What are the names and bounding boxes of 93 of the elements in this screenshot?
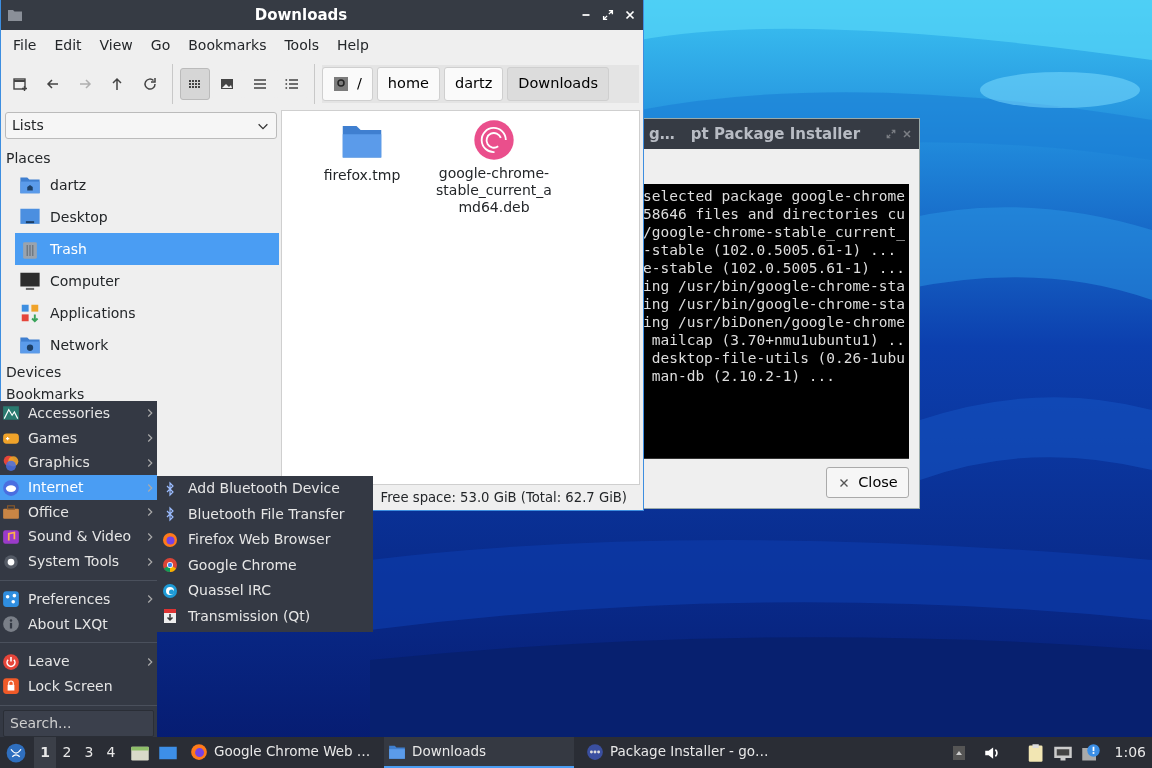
- new-tab-icon[interactable]: [12, 76, 29, 92]
- quassel-icon: [162, 582, 178, 599]
- terminal-line: desktop-file-utils (0.26-1ubu: [650, 349, 906, 367]
- menu-item[interactable]: View: [90, 32, 142, 58]
- menu-item[interactable]: Sound & Video: [0, 524, 157, 550]
- chrome-icon: [162, 557, 178, 574]
- menu-item[interactable]: About LXQt: [0, 611, 157, 637]
- transmission-icon: [162, 608, 178, 625]
- briefcase-icon: [2, 503, 20, 522]
- search-field[interactable]: Search...: [3, 709, 154, 737]
- network-folder-icon: [19, 334, 41, 356]
- computer-icon: [19, 270, 41, 292]
- menu-item[interactable]: Transmission (Qt): [157, 603, 373, 629]
- home-folder-icon: [19, 174, 41, 196]
- section-heading: Bookmarks: [5, 385, 86, 404]
- desktop-switch[interactable]: 3: [78, 737, 100, 768]
- terminal-line: mailcap (3.70+nmu1ubuntu1) ..: [650, 331, 906, 349]
- package-icon: [586, 742, 604, 761]
- gear-icon: [2, 552, 20, 571]
- accessories-icon: [2, 404, 20, 423]
- menu-item[interactable]: Lock Screen: [0, 674, 157, 699]
- menu-item[interactable]: Leave: [0, 649, 157, 675]
- path-button[interactable]: Downloads: [507, 67, 609, 101]
- image-icon: [219, 76, 236, 92]
- sidebar-item[interactable]: dartz: [15, 169, 279, 201]
- applications-icon: [19, 302, 41, 324]
- lock-icon: [2, 677, 20, 696]
- icon-view-button[interactable]: [179, 68, 210, 100]
- taskbar-button[interactable]: Downloads: [384, 737, 574, 768]
- menu-item[interactable]: Firefox Web Browser: [157, 527, 373, 553]
- section-heading: Places: [5, 149, 52, 168]
- path-button[interactable]: home: [376, 67, 440, 101]
- start-menu-icon[interactable]: [6, 742, 26, 763]
- menu-item[interactable]: Bluetooth File Transfer: [157, 501, 373, 527]
- desktop-switch[interactable]: 4: [100, 737, 122, 768]
- sidebar-item[interactable]: Network: [15, 329, 279, 361]
- terminal-line: e-stable (102.0.5005.61-1) ...: [643, 259, 906, 277]
- terminal-line: man-db (2.10.2-1) ...: [650, 367, 837, 385]
- file-name[interactable]: firefox.tmp: [302, 167, 422, 184]
- menu-item[interactable]: Bookmarks: [179, 32, 276, 58]
- close-icon[interactable]: [623, 8, 637, 22]
- menu-item[interactable]: Quassel IRC: [157, 578, 373, 604]
- path-button[interactable]: dartz: [443, 67, 504, 101]
- terminal-line: ing /usr/bin/google-chrome-sta: [643, 277, 906, 295]
- menu-item[interactable]: System Tools: [0, 549, 157, 575]
- terminal-line: selected package google-chrome: [643, 187, 906, 205]
- sidebar-item[interactable]: Applications: [15, 297, 279, 329]
- section-heading: Devices: [5, 363, 63, 382]
- terminal-line: -stable (102.0.5005.61-1) ...: [643, 241, 898, 259]
- terminal-line: 58646 files and directories cu: [643, 205, 906, 223]
- reload-icon[interactable]: [141, 76, 158, 92]
- clock: 1:06: [1114, 743, 1147, 762]
- menu-item[interactable]: Edit: [45, 32, 91, 58]
- notification-icon[interactable]: [1080, 742, 1101, 763]
- drive-icon: [332, 76, 349, 92]
- window-title: pt Package Installer: [690, 123, 862, 145]
- maximize-icon[interactable]: [601, 8, 615, 22]
- desktop-switch[interactable]: 2: [56, 737, 78, 768]
- menu-item[interactable]: Preferences: [0, 587, 157, 612]
- dropdown[interactable]: Lists: [5, 112, 277, 139]
- list-icon: [251, 76, 268, 92]
- menu-item[interactable]: Games: [0, 425, 157, 451]
- window-title: Downloads: [254, 4, 348, 26]
- preferences-icon: [2, 590, 20, 609]
- menu-item[interactable]: Google Chrome: [157, 552, 373, 578]
- menu-item[interactable]: Accessories: [0, 401, 157, 426]
- folder-icon: [7, 7, 23, 23]
- menu-item[interactable]: Tools: [275, 32, 328, 58]
- firefox-icon: [162, 531, 178, 548]
- menu-item[interactable]: File: [4, 32, 46, 58]
- close-button[interactable]: Close: [826, 467, 909, 498]
- power-icon: [2, 652, 20, 671]
- menu-item[interactable]: Graphics: [0, 450, 157, 476]
- firefox-icon: [190, 742, 208, 761]
- menu-item[interactable]: Add Bluetooth Device: [157, 476, 373, 502]
- status-text: Free space: 53.0 GiB (Total: 62.7 GiB): [380, 488, 627, 507]
- terminal-line: ing /usr/biDonen/google-chrome: [643, 313, 906, 331]
- desktop-switch[interactable]: 1: [34, 737, 56, 768]
- terminal-line: ing /usr/bin/google-chrome-sta: [643, 295, 906, 313]
- terminal-line: /google-chrome-stable_current_: [643, 223, 906, 241]
- graphics-icon: [2, 453, 20, 472]
- menu-item[interactable]: Help: [327, 32, 378, 58]
- file-name[interactable]: google-chrome-stable_current_amd64.deb: [434, 165, 554, 216]
- window-title: g…: [649, 123, 675, 145]
- detailed-list-icon: [283, 76, 300, 92]
- sidebar-item[interactable]: Desktop: [15, 201, 279, 233]
- taskbar-button[interactable]: Package Installer - go…: [582, 737, 773, 768]
- package-icon: [473, 119, 515, 161]
- taskbar-button[interactable]: Google Chrome Web …: [186, 737, 376, 768]
- sidebar-item[interactable]: Computer: [15, 265, 279, 297]
- menu-item[interactable]: Office: [0, 499, 157, 525]
- path-button[interactable]: /: [321, 67, 373, 101]
- menu-item[interactable]: Go: [141, 32, 180, 58]
